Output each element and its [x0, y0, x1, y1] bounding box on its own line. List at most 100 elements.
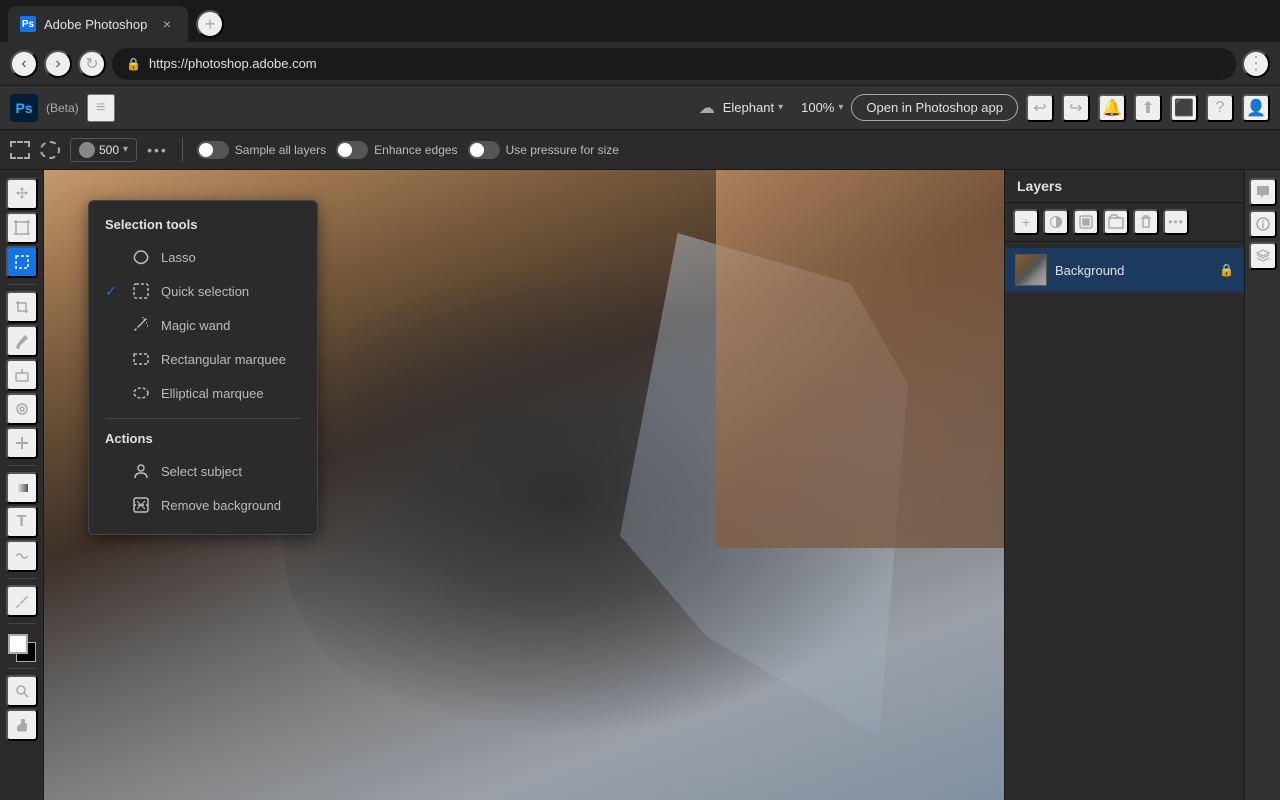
- magic-wand-icon: [131, 315, 151, 335]
- healing-brush-button[interactable]: [6, 427, 38, 459]
- eyedropper-tool-button[interactable]: [6, 585, 38, 617]
- lasso-tool-item[interactable]: Lasso: [89, 240, 317, 274]
- help-button[interactable]: ?: [1206, 94, 1234, 122]
- open-in-photoshop-button[interactable]: Open in Photoshop app: [851, 94, 1018, 121]
- pressure-switch[interactable]: [468, 141, 500, 159]
- adjustment-layer-button[interactable]: [1043, 209, 1069, 235]
- selection-tools-title: Selection tools: [89, 213, 317, 240]
- quick-selection-icon: [131, 281, 151, 301]
- enhance-edges-toggle[interactable]: Enhance edges: [336, 141, 457, 159]
- right-panel-icon-strip: [1244, 170, 1280, 800]
- enhance-edges-switch[interactable]: [336, 141, 368, 159]
- hand-tool-button[interactable]: [6, 709, 38, 741]
- tab-title: Adobe Photoshop: [44, 17, 150, 32]
- beta-label: (Beta): [46, 101, 79, 115]
- browser-menu-button[interactable]: ⋮: [1242, 50, 1270, 78]
- clone-stamp-button[interactable]: [6, 393, 38, 425]
- add-layer-button[interactable]: +: [1013, 209, 1039, 235]
- canvas-area[interactable]: Selection tools Lasso ✓ Quick selection: [44, 170, 1004, 800]
- notifications-button[interactable]: 🔔: [1098, 94, 1126, 122]
- group-layers-button[interactable]: [1103, 209, 1129, 235]
- browser-chrome: Ps Adobe Photoshop × + ‹ › ↻ 🔒 https://p…: [0, 0, 1280, 86]
- select-subject-icon: [131, 461, 151, 481]
- undo-button[interactable]: ↩: [1026, 94, 1054, 122]
- actions-title: Actions: [89, 427, 317, 454]
- address-bar[interactable]: 🔒 https://photoshop.adobe.com: [112, 48, 1236, 80]
- tool-separator-4: [8, 623, 36, 624]
- rectangular-marquee-item[interactable]: Rectangular marquee: [89, 342, 317, 376]
- sample-layers-switch[interactable]: [197, 141, 229, 159]
- right-side: Layers + •••: [1004, 170, 1280, 800]
- crop-tool-button[interactable]: [6, 291, 38, 323]
- main-content: T: [0, 170, 1280, 800]
- mask-button[interactable]: [1073, 209, 1099, 235]
- share-button[interactable]: ⬆: [1134, 94, 1162, 122]
- quick-selection-check: ✓: [105, 283, 121, 300]
- layers-icon-button[interactable]: [1249, 242, 1277, 270]
- pressure-toggle[interactable]: Use pressure for size: [468, 141, 619, 159]
- ps-logo: Ps: [10, 94, 38, 122]
- refresh-button[interactable]: ↻: [78, 50, 106, 78]
- layer-lock-icon: 🔒: [1219, 263, 1234, 277]
- left-sidebar: T: [0, 170, 44, 800]
- lasso-label: Lasso: [161, 250, 196, 265]
- chat-button[interactable]: [1249, 178, 1277, 206]
- foreground-color-swatch[interactable]: [8, 634, 28, 654]
- liquify-tool-button[interactable]: [6, 540, 38, 572]
- quick-selection-label: Quick selection: [161, 284, 249, 299]
- redo-button[interactable]: ↪: [1062, 94, 1090, 122]
- sample-all-layers-toggle[interactable]: Sample all layers: [197, 141, 326, 159]
- select-subject-item[interactable]: Select subject: [89, 454, 317, 488]
- rectangular-select-icon[interactable]: [10, 141, 30, 159]
- elliptical-marquee-item[interactable]: Elliptical marquee: [89, 376, 317, 410]
- user-avatar-button[interactable]: 👤: [1242, 94, 1270, 122]
- panel-divider: [105, 418, 301, 419]
- doc-name-chevron: ▾: [778, 102, 783, 113]
- remove-background-label: Remove background: [161, 498, 281, 513]
- remove-background-icon: [131, 495, 151, 515]
- layers-more-button[interactable]: •••: [1163, 209, 1189, 235]
- remove-background-item[interactable]: Remove background: [89, 488, 317, 522]
- select-subject-label: Select subject: [161, 464, 242, 479]
- layer-thumbnail: [1015, 254, 1047, 286]
- zoom-chevron: ▾: [838, 102, 843, 113]
- gradient-tool-button[interactable]: [6, 472, 38, 504]
- selection-tools-panel: Selection tools Lasso ✓ Quick selection: [88, 200, 318, 535]
- tab-close-button[interactable]: ×: [158, 15, 176, 33]
- lasso-icon: [131, 247, 151, 267]
- elliptical-select-icon[interactable]: [40, 141, 60, 159]
- selection-tool-button[interactable]: [6, 246, 38, 278]
- move-tool-button[interactable]: [6, 178, 38, 210]
- quick-selection-item[interactable]: ✓ Quick selection: [89, 274, 317, 308]
- layers-header: Layers: [1005, 170, 1244, 203]
- type-tool-button[interactable]: T: [6, 506, 38, 538]
- browser-tabs: Ps Adobe Photoshop × +: [0, 0, 1280, 42]
- ps-favicon: Ps: [20, 16, 36, 32]
- tool-separator-3: [8, 578, 36, 579]
- browser-tab-photoshop[interactable]: Ps Adobe Photoshop ×: [8, 6, 188, 42]
- document-name[interactable]: Elephant ▾: [723, 100, 783, 115]
- more-options-button[interactable]: •••: [147, 142, 168, 158]
- plugins-button[interactable]: ⬛: [1170, 94, 1198, 122]
- separator: [182, 138, 183, 162]
- artboard-tool-button[interactable]: [6, 212, 38, 244]
- info-button[interactable]: [1249, 210, 1277, 238]
- brush-tool-button[interactable]: [6, 325, 38, 357]
- delete-layer-button[interactable]: [1133, 209, 1159, 235]
- layers-list: Background 🔒: [1005, 242, 1244, 800]
- layer-item-background[interactable]: Background 🔒: [1005, 248, 1244, 292]
- back-button[interactable]: ‹: [10, 50, 38, 78]
- rectangular-marquee-icon: [131, 349, 151, 369]
- magic-wand-item[interactable]: Magic wand: [89, 308, 317, 342]
- hamburger-menu-button[interactable]: ≡: [87, 94, 115, 122]
- elliptical-marquee-label: Elliptical marquee: [161, 386, 264, 401]
- browser-nav: ‹ › ↻ 🔒 https://photoshop.adobe.com ⋮: [0, 42, 1280, 86]
- zoom-control[interactable]: 100% ▾: [801, 100, 843, 115]
- eraser-tool-button[interactable]: [6, 359, 38, 391]
- forward-button[interactable]: ›: [44, 50, 72, 78]
- tool-separator-2: [8, 465, 36, 466]
- new-tab-button[interactable]: +: [196, 10, 224, 38]
- layer-name: Background: [1055, 263, 1211, 278]
- zoom-tool-button[interactable]: [6, 675, 38, 707]
- brush-size-control[interactable]: 500 ▾: [70, 138, 137, 162]
